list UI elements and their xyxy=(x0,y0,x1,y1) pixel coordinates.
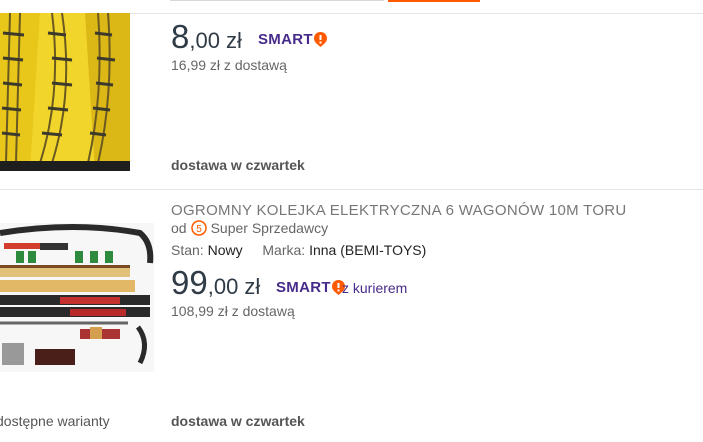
search-field-edge[interactable] xyxy=(170,0,384,1)
price-currency: zł xyxy=(244,274,261,299)
brand-value: Inna (BEMI-TOYS) xyxy=(309,242,427,258)
smart-badge: SMART xyxy=(258,31,327,48)
smart-label: SMART xyxy=(276,279,331,296)
courier-label: z kurierem xyxy=(342,280,408,296)
smart-exclamation-icon xyxy=(313,32,327,47)
listing-2-delivery: dostawa w czwartek xyxy=(171,413,305,429)
price-decimals: ,00 xyxy=(207,274,239,299)
listing-2-image[interactable] xyxy=(0,223,154,372)
listing-2-price-with-delivery: 108,99 zł z dostawą xyxy=(171,303,295,319)
search-button-edge[interactable] xyxy=(388,0,480,2)
listing-1-delivery: dostawa w czwartek xyxy=(171,157,305,173)
listing-2-title[interactable]: OGROMNY KOLEJKA ELEKTRYCZNA 6 WAGONÓW 10… xyxy=(171,202,627,219)
smart-label: SMART xyxy=(258,31,313,48)
condition-label: Stan: xyxy=(171,242,204,258)
price-integer: 99 xyxy=(171,264,208,301)
seller-prefix: od xyxy=(171,220,187,236)
brand-label: Marka: xyxy=(262,242,306,258)
price-integer: 8 xyxy=(171,18,190,55)
top-bar xyxy=(0,0,703,13)
condition-value: Nowy xyxy=(207,242,243,258)
listing-1-price: 8 ,00 zł xyxy=(171,20,242,54)
price-decimals: ,00 xyxy=(189,28,220,53)
listing-1-image[interactable] xyxy=(0,13,130,171)
seller-label: Super Sprzedawcy xyxy=(210,220,329,236)
variants-link[interactable]: dostępne warianty xyxy=(0,413,110,429)
svg-text:5: 5 xyxy=(196,224,202,235)
divider xyxy=(0,189,703,190)
smart-badge: SMART xyxy=(276,279,345,296)
price-currency: zł xyxy=(225,28,242,53)
listing-2-seller: od 5 Super Sprzedawcy xyxy=(171,220,328,236)
listing-2-params: Stan: Nowy Marka: Inna (BEMI-TOYS) xyxy=(171,242,426,258)
super-seller-badge-icon: 5 xyxy=(190,220,207,236)
listing-2-price: 99 ,00 zł xyxy=(171,266,260,300)
listing-1-price-with-delivery: 16,99 zł z dostawą xyxy=(171,57,287,73)
